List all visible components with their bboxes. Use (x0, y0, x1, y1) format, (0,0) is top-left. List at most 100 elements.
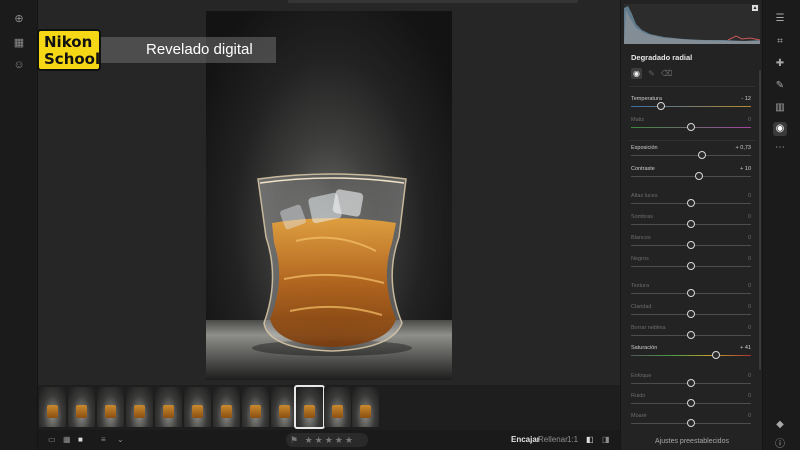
brush-icon[interactable]: ✎ (773, 79, 787, 93)
slider-value[interactable]: + 41 (740, 345, 751, 351)
slider-value[interactable]: 0 (748, 214, 751, 220)
slider-track[interactable] (631, 155, 751, 156)
slider-altas-luces[interactable]: Altas luces 0 (631, 193, 751, 213)
slider-sombras[interactable]: Sombras 0 (631, 214, 751, 234)
slider-label: Negros (631, 256, 649, 262)
slider-knob[interactable] (687, 199, 695, 207)
bottom-toolbar: ▭ ▦ ■ ≡ ⌄ ⚑ ★★★★★ Encajar Rellenar 1:1 ◧… (38, 430, 620, 450)
filmstrip-thumbnail[interactable] (68, 387, 95, 427)
slider-claridad[interactable]: Claridad 0 (631, 304, 751, 324)
slider-knob[interactable] (695, 172, 704, 180)
slider-moare[interactable]: Moaré 0 (631, 413, 751, 433)
tag-icon[interactable]: ◆ (773, 418, 787, 432)
histogram-warning-icon[interactable]: ▲ (752, 5, 758, 11)
more-icon[interactable]: ⋯ (773, 141, 787, 155)
fill-button[interactable]: Rellenar (538, 435, 568, 445)
erase-mask-icon[interactable]: ⌫ (661, 68, 672, 79)
slider-track[interactable] (631, 106, 751, 107)
slider-ruido[interactable]: Ruido 0 (631, 393, 751, 413)
slider-knob[interactable] (657, 102, 665, 110)
slider-knob[interactable] (687, 220, 695, 228)
filmstrip-thumbnail[interactable] (271, 387, 298, 427)
slider-label: Contraste (631, 166, 655, 172)
filmstrip-thumbnail-selected[interactable] (294, 385, 325, 429)
slider-value[interactable]: 0 (748, 325, 751, 331)
filmstrip-thumbnail[interactable] (242, 387, 269, 427)
slider-value[interactable]: 0 (748, 117, 751, 123)
slider-knob[interactable] (712, 351, 721, 359)
compare-icon[interactable]: ◧ (586, 435, 594, 445)
slider-value[interactable]: + 0,73 (736, 145, 751, 151)
slider-borrar-neblina[interactable]: Borrar neblina 0 (631, 325, 751, 345)
slider-blancos[interactable]: Blancos 0 (631, 235, 751, 255)
slider-knob[interactable] (687, 331, 695, 339)
chevron-down-icon[interactable]: ⌄ (117, 435, 124, 445)
slider-value[interactable]: 0 (748, 193, 751, 199)
brush-mask-icon[interactable]: ✎ (646, 68, 657, 79)
slider-value[interactable]: 0 (748, 393, 751, 399)
filmstrip-thumbnail[interactable] (184, 387, 211, 427)
library-icon[interactable]: ▦ (12, 36, 26, 50)
info-icon[interactable]: ⓘ (773, 438, 787, 450)
slider-value[interactable]: 0 (748, 373, 751, 379)
filmstrip-thumbnail[interactable] (39, 387, 66, 427)
slider-label: Ruido (631, 393, 646, 399)
slider-exposicion[interactable]: Exposición + 0,73 (631, 145, 751, 165)
sort-icon[interactable]: ≡ (101, 435, 106, 445)
slider-value[interactable]: 0 (748, 235, 751, 241)
slider-knob[interactable] (687, 379, 695, 387)
slider-knob[interactable] (697, 151, 706, 159)
single-view-icon[interactable]: ▭ (48, 435, 56, 445)
slider-knob[interactable] (687, 419, 695, 427)
split-view-icon[interactable]: ◨ (602, 435, 610, 445)
slider-knob[interactable] (687, 310, 695, 318)
filmstrip-thumbnail[interactable] (97, 387, 124, 427)
radial-mask-icon[interactable]: ◉ (631, 68, 642, 79)
slider-value[interactable]: 0 (748, 413, 751, 419)
slider-value[interactable]: 0 (748, 304, 751, 310)
slider-textura[interactable]: Textura 0 (631, 283, 751, 303)
linear-gradient-icon[interactable]: ▥ (773, 101, 787, 115)
slider-enfoque[interactable]: Enfoque 0 (631, 373, 751, 393)
filmstrip-thumbnail[interactable] (324, 387, 351, 427)
detail-view-icon[interactable]: ■ (78, 435, 83, 445)
slider-value[interactable]: 0 (748, 256, 751, 262)
rating-stars[interactable]: ★★★★★ (305, 435, 355, 445)
slider-value[interactable]: + 10 (740, 166, 751, 172)
star-rating[interactable]: ⚑ ★★★★★ (286, 433, 368, 447)
filmstrip-thumbnail[interactable] (126, 387, 153, 427)
slider-knob[interactable] (687, 123, 695, 131)
video-title: Revelado digital (101, 37, 276, 63)
slider-negros[interactable]: Negros 0 (631, 256, 751, 276)
people-icon[interactable]: ☺ (12, 58, 26, 72)
fit-button[interactable]: Encajar (511, 435, 540, 445)
slider-track[interactable] (631, 355, 751, 356)
grid-view-icon[interactable]: ▦ (63, 435, 71, 445)
radial-gradient-icon[interactable]: ◉ (773, 122, 787, 136)
slider-contraste[interactable]: Contraste + 10 (631, 166, 751, 186)
edit-icon[interactable]: ☰ (773, 12, 787, 26)
filmstrip-thumbnail[interactable] (213, 387, 240, 427)
panel-scrollbar[interactable] (759, 70, 761, 370)
flag-icon[interactable]: ⚑ (290, 435, 305, 445)
presets-button[interactable]: Ajustes preestablecidos (621, 438, 763, 450)
slider-track[interactable] (631, 176, 751, 177)
filmstrip-thumbnail[interactable] (155, 387, 182, 427)
slider-knob[interactable] (687, 262, 695, 270)
slider-knob[interactable] (687, 241, 695, 249)
slider-knob[interactable] (687, 289, 695, 297)
slider-value[interactable]: 0 (748, 283, 751, 289)
main-photo[interactable] (206, 11, 452, 380)
filmstrip (38, 385, 620, 430)
filmstrip-thumbnail[interactable] (352, 387, 379, 427)
slider-matiz[interactable]: Matiz 0 (631, 117, 751, 137)
slider-knob[interactable] (687, 399, 695, 407)
one-to-one-button[interactable]: 1:1 (567, 435, 578, 445)
healing-icon[interactable]: ✚ (773, 57, 787, 71)
add-icon[interactable]: ⊕ (12, 12, 26, 26)
slider-label: Exposición (631, 145, 658, 151)
crop-icon[interactable]: ⌗ (773, 35, 787, 49)
slider-temperatura[interactable]: Temperatura - 12 (631, 96, 751, 116)
slider-saturacion[interactable]: Saturación + 41 (631, 345, 751, 365)
slider-value[interactable]: - 12 (742, 96, 751, 102)
